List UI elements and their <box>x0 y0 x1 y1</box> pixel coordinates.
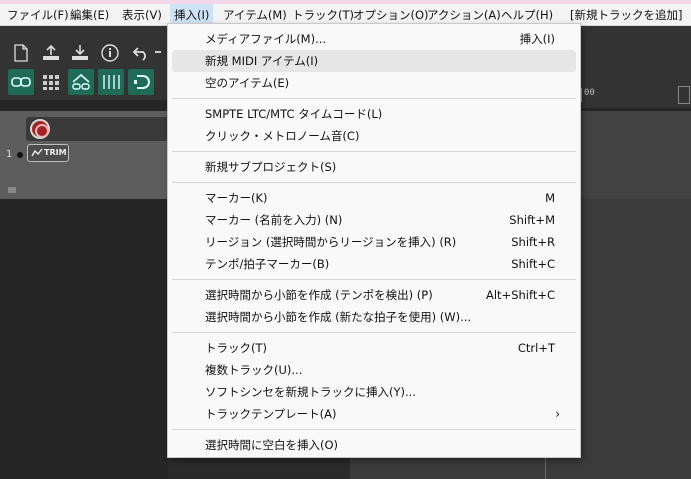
menu-separator <box>172 151 576 152</box>
shortcut-label: Shift+R <box>511 235 555 249</box>
menu-separator <box>172 332 576 333</box>
grid-line <box>604 199 605 479</box>
insert-menu-dropdown: メディアファイル(M)... 挿入(I) 新規 MIDI アイテム(I) 空のアイ… <box>167 23 581 458</box>
track-control-panel[interactable]: 1 TRIM <box>0 111 168 199</box>
ruler-scroll-box[interactable] <box>678 86 690 104</box>
menu-item-media-file[interactable]: メディアファイル(M)... 挿入(I) <box>172 28 576 50</box>
submenu-arrow-icon: › <box>555 407 560 421</box>
menu-item-region[interactable]: リージョン (選択時間からリージョンを挿入) (R) Shift+R <box>172 231 576 253</box>
ruler-label: 00 <box>584 88 595 98</box>
trim-label: TRIM <box>44 148 67 157</box>
shortcut-label: Shift+C <box>511 257 555 271</box>
open-project-icon[interactable] <box>38 40 64 66</box>
info-icon[interactable] <box>97 40 123 66</box>
menu-item-marker[interactable]: マーカー(K) M <box>172 187 576 209</box>
menu-item-multiple-tracks[interactable]: 複数トラック(U)... <box>172 359 576 381</box>
track-number: 1 <box>6 149 13 160</box>
shortcut-label: 挿入(I) <box>519 32 555 46</box>
menu-view[interactable]: 表示(V) <box>118 4 166 26</box>
menu-add-new-track[interactable]: [新規トラックを追加] <box>566 4 686 26</box>
new-project-icon[interactable] <box>8 40 34 66</box>
menu-item-softsynth[interactable]: ソフトシンセを新規トラックに挿入(Y)... <box>172 381 576 403</box>
menu-item-track[interactable]: トラック(T) Ctrl+T <box>172 337 576 359</box>
menu-separator <box>172 98 576 99</box>
folder-icon[interactable] <box>8 187 16 193</box>
menu-item-marker-named[interactable]: マーカー (名前を入力) (N) Shift+M <box>172 209 576 231</box>
menu-item-track-template[interactable]: トラックテンプレート(A) › <box>172 403 576 425</box>
menu-item-new-midi-item[interactable]: 新規 MIDI アイテム(I) <box>172 50 576 72</box>
trim-volume-button[interactable]: TRIM <box>27 144 69 162</box>
menu-edit[interactable]: 編集(E) <box>66 4 113 26</box>
menu-separator <box>172 182 576 183</box>
menu-item-click-metronome[interactable]: クリック・メトロノーム音(C) <box>172 125 576 147</box>
track-selected-dot <box>17 152 23 158</box>
undo-icon[interactable] <box>127 40 153 66</box>
snap-grid-icon[interactable] <box>98 69 124 95</box>
menu-item-empty-item[interactable]: 空のアイテム(E) <box>172 72 576 94</box>
menu-file[interactable]: ファイル(F) <box>3 4 73 26</box>
shortcut-label: Ctrl+T <box>517 341 555 355</box>
ruler-tick <box>581 88 582 102</box>
ripple-edit-icon[interactable] <box>8 69 34 95</box>
loop-icon[interactable] <box>128 69 154 95</box>
menu-item-new-subproject[interactable]: 新規サブプロジェクト(S) <box>172 156 576 178</box>
menu-item-measure-detect-tempo[interactable]: 選択時間から小節を作成 (テンポを検出) (P) Alt+Shift+C <box>172 284 576 306</box>
menu-item-tempo-marker[interactable]: テンポ/拍子マーカー(B) Shift+C <box>172 253 576 275</box>
envelope-icon <box>31 148 43 157</box>
save-project-icon[interactable] <box>67 40 93 66</box>
menu-separator <box>172 429 576 430</box>
menu-item-smpte-timecode[interactable]: SMPTE LTC/MTC タイムコード(L) <box>172 103 576 125</box>
menu-item-insert-empty-space[interactable]: 選択時間に空白を挿入(O) <box>172 434 576 456</box>
redo-icon[interactable] <box>155 40 167 66</box>
menu-separator <box>172 279 576 280</box>
grid-icon[interactable] <box>38 69 64 95</box>
menu-item-measure-new-signature[interactable]: 選択時間から小節を作成 (新たな拍子を使用) (W)... <box>172 306 576 328</box>
shortcut-label: Alt+Shift+C <box>485 288 555 302</box>
shortcut-label: Shift+M <box>509 213 555 227</box>
shortcut-label: M <box>545 191 555 205</box>
auto-crossfade-icon[interactable] <box>68 69 94 95</box>
timeline-ruler[interactable]: 00 <box>580 82 691 108</box>
record-arm-icon[interactable] <box>30 119 50 139</box>
